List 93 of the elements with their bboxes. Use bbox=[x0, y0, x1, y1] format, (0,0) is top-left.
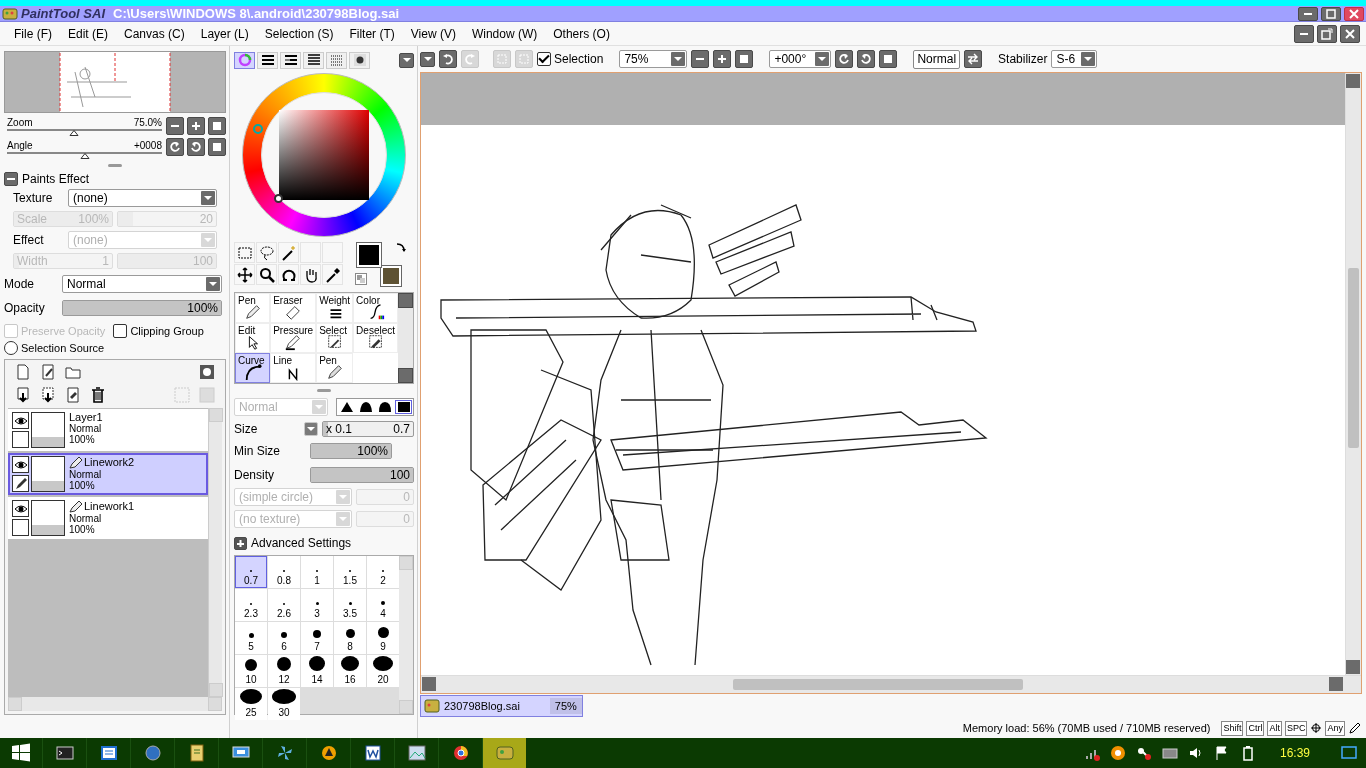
brush-size-option[interactable]: 3.5 bbox=[334, 589, 366, 621]
brush-size-option[interactable]: 1.5 bbox=[334, 556, 366, 588]
brush-tool[interactable]: Line bbox=[270, 353, 317, 383]
brush-tool[interactable]: Weight bbox=[316, 293, 354, 323]
brush-tool[interactable]: Deselect bbox=[353, 323, 398, 353]
menu-item[interactable]: File (F) bbox=[6, 24, 60, 43]
window-title: C:\Users\WINDOWS 8\.android\230798Blog.sai bbox=[113, 6, 400, 21]
field-label: Texture bbox=[13, 191, 54, 205]
radio-option[interactable]: Selection Source bbox=[4, 341, 105, 355]
stabilizer-dropdown[interactable]: S-6 bbox=[1051, 50, 1098, 68]
angle-label: Angle bbox=[7, 140, 33, 151]
brush-size-option[interactable]: 9 bbox=[367, 622, 399, 654]
field-label: Density bbox=[234, 468, 275, 482]
field-label: Stabilizer bbox=[998, 52, 1048, 66]
key-indicator: Any bbox=[1325, 720, 1345, 736]
brush-size-option[interactable]: 2.3 bbox=[235, 589, 267, 621]
layer-name: Linework2 bbox=[84, 457, 135, 468]
zoom-label: Zoom bbox=[7, 117, 33, 128]
brush-size-option[interactable]: 2 bbox=[367, 556, 399, 588]
menu-item[interactable]: Filter (T) bbox=[341, 24, 403, 43]
app-name: PaintTool SAI bbox=[21, 6, 106, 21]
key-indicator: Shift bbox=[1221, 720, 1244, 736]
field-label: Mode bbox=[4, 277, 36, 291]
brush-tool[interactable]: Pressure bbox=[270, 323, 317, 353]
layer-blend-mode: Normal bbox=[69, 513, 103, 524]
min-size-slider[interactable]: 100% bbox=[310, 443, 392, 459]
layer-blend-mode: Normal bbox=[69, 423, 103, 434]
menu-item[interactable]: Edit (E) bbox=[60, 24, 116, 43]
brush-tool[interactable]: Pen bbox=[235, 293, 271, 323]
checkbox-option[interactable]: Clipping Group bbox=[113, 324, 204, 338]
layer-opacity: 100% bbox=[69, 524, 96, 535]
brush-size-option[interactable]: 0.7 bbox=[235, 556, 267, 588]
brush-size-option[interactable]: 14 bbox=[301, 655, 333, 687]
document-name: 230798Blog.sai bbox=[444, 700, 520, 712]
brush-size-option[interactable]: 4 bbox=[367, 589, 399, 621]
selection-toggle[interactable]: Selection bbox=[537, 52, 604, 66]
key-indicator: Alt bbox=[1267, 720, 1282, 736]
size-slider[interactable]: x 0.1 0.7 bbox=[322, 421, 414, 437]
brush-size-option[interactable]: 20 bbox=[367, 655, 399, 687]
document-zoom: 75% bbox=[549, 698, 582, 714]
key-indicator: SPC bbox=[1284, 720, 1308, 736]
menu-item[interactable]: View (V) bbox=[402, 24, 464, 43]
menu-item[interactable]: Layer (L) bbox=[192, 24, 257, 43]
section-title: Paints Effect bbox=[22, 172, 90, 186]
layer-item[interactable]: Linework1 Normal 100% bbox=[8, 497, 208, 539]
document-tab[interactable]: 230798Blog.sai 75% bbox=[420, 695, 583, 717]
brush-size-option[interactable]: 0.8 bbox=[268, 556, 300, 588]
brush-size-option[interactable]: 16 bbox=[334, 655, 366, 687]
field-label: Opacity bbox=[4, 301, 46, 315]
field-label: Size bbox=[234, 422, 259, 436]
menu-item[interactable]: Canvas (C) bbox=[116, 24, 193, 43]
layer-item[interactable]: Linework2 Normal 100% bbox=[8, 453, 208, 495]
menu-item[interactable]: Selection (S) bbox=[256, 24, 342, 43]
layer-item[interactable]: Layer1 Normal 100% bbox=[8, 409, 208, 451]
angle-value: +0008 bbox=[133, 140, 162, 151]
layer-name: Linework1 bbox=[84, 501, 135, 512]
brush-tool[interactable]: Eraser bbox=[270, 293, 317, 323]
brush-size-option[interactable]: 10 bbox=[235, 655, 267, 687]
layer-blend-mode: Normal bbox=[69, 469, 103, 480]
brush-size-option[interactable]: 2.6 bbox=[268, 589, 300, 621]
brush-size-option[interactable]: 5 bbox=[235, 622, 267, 654]
brush-tool[interactable]: Edit bbox=[235, 323, 271, 353]
zoom-dropdown[interactable]: 75% bbox=[619, 50, 688, 68]
section-title: Advanced Settings bbox=[251, 536, 352, 550]
brush-size-option[interactable]: 25 bbox=[235, 688, 267, 720]
layer-name: Layer1 bbox=[69, 412, 103, 423]
memory-status: Memory load: 56% (70MB used / 710MB reserved) bbox=[962, 722, 1211, 734]
brush-tool[interactable]: Curve bbox=[235, 353, 271, 383]
menu-item[interactable]: Others (O) bbox=[545, 24, 618, 43]
blend-mode-button[interactable]: Normal bbox=[913, 49, 961, 69]
layer-opacity: 100% bbox=[69, 434, 96, 445]
zoom-value: 75.0% bbox=[133, 117, 162, 128]
brush-tool[interactable]: Color bbox=[353, 293, 398, 323]
brush-size-option[interactable]: 1 bbox=[301, 556, 333, 588]
brush-size-option[interactable]: 8 bbox=[334, 622, 366, 654]
brush-size-option[interactable]: 12 bbox=[268, 655, 300, 687]
brush-tool[interactable]: Select bbox=[316, 323, 354, 353]
opacity-slider[interactable]: 100% bbox=[62, 300, 222, 316]
layer-opacity: 100% bbox=[69, 480, 96, 491]
key-indicator: Ctrl bbox=[1246, 720, 1265, 736]
brush-tool[interactable]: Pen bbox=[316, 353, 354, 383]
brush-size-option[interactable]: 30 bbox=[268, 688, 300, 720]
brush-size-option[interactable]: 6 bbox=[268, 622, 300, 654]
field-label: Effect bbox=[13, 233, 45, 247]
blend-mode-dropdown[interactable]: Normal bbox=[62, 275, 222, 293]
field-label: Min Size bbox=[234, 444, 281, 458]
clock: 16:39 bbox=[1279, 746, 1310, 760]
brush-size-option[interactable]: 7 bbox=[301, 622, 333, 654]
menu-item[interactable]: Window (W) bbox=[463, 24, 546, 43]
brush-size-option[interactable]: 3 bbox=[301, 589, 333, 621]
density-slider[interactable]: 100 bbox=[310, 467, 414, 483]
rotation-dropdown[interactable]: +000° bbox=[769, 50, 832, 68]
dropdown[interactable]: (none) bbox=[68, 189, 217, 207]
